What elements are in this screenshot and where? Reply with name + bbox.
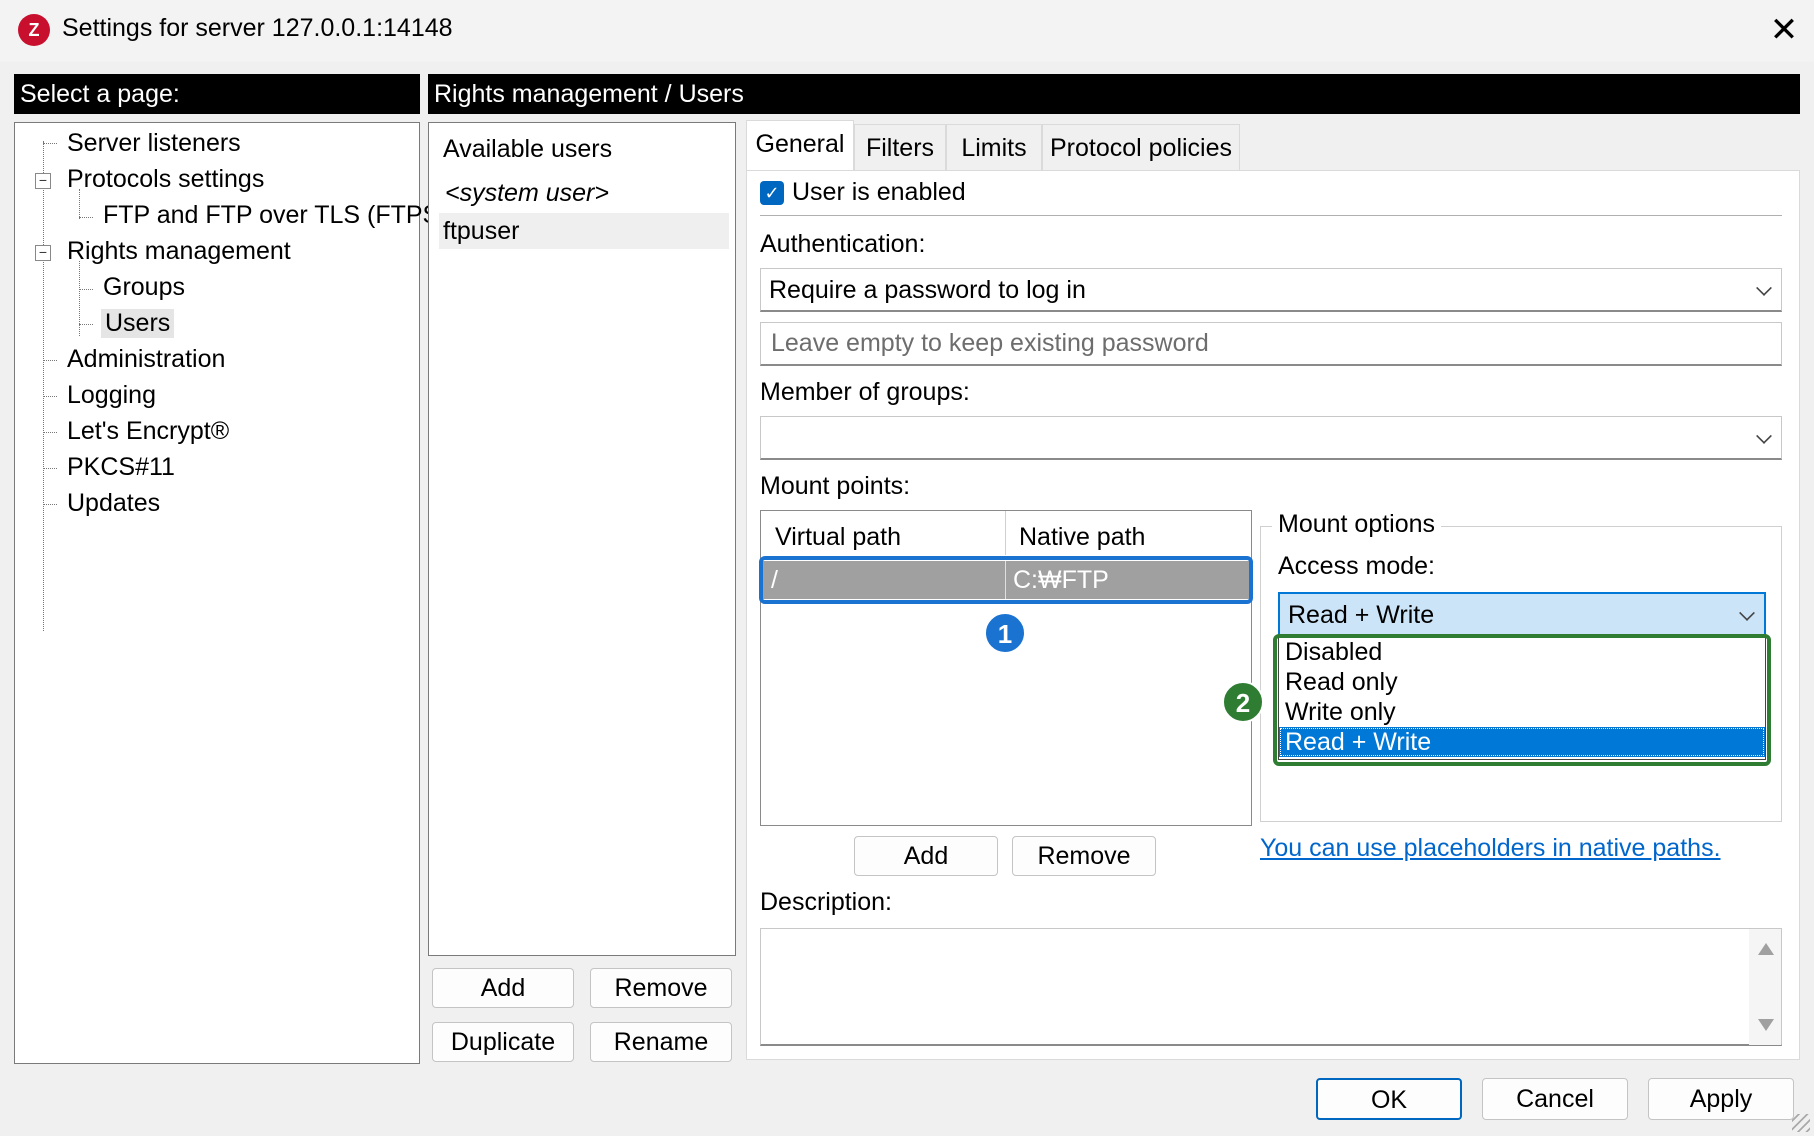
add-mount-button[interactable]: Add (854, 836, 998, 876)
column-virtual-path[interactable]: Virtual path (775, 523, 901, 552)
tree-item-administration[interactable]: Administration (67, 345, 225, 374)
list-item-ftpuser[interactable]: ftpuser (439, 213, 729, 249)
title-bar: Z Settings for server 127.0.0.1:14148 ✕ (0, 0, 1814, 62)
section-header: Rights management / Users (428, 74, 1800, 114)
highlight-box-2 (1273, 634, 1771, 766)
access-mode-value: Read + Write (1288, 601, 1435, 629)
password-input[interactable]: Leave empty to keep existing password (760, 322, 1782, 366)
ok-button[interactable]: OK (1316, 1078, 1462, 1120)
member-of-groups-label: Member of groups: (760, 378, 970, 406)
collapse-icon[interactable]: − (35, 245, 51, 261)
tree-item-rights-management[interactable]: Rights management (67, 237, 291, 266)
chevron-down-icon (1756, 428, 1772, 444)
remove-mount-button[interactable]: Remove (1012, 836, 1156, 876)
remove-user-button[interactable]: Remove (590, 968, 732, 1008)
access-mode-label: Access mode: (1278, 552, 1436, 580)
tree-item-groups[interactable]: Groups (103, 273, 185, 302)
scrollbar[interactable] (1749, 929, 1781, 1045)
window-title: Settings for server 127.0.0.1:14148 (62, 14, 453, 42)
user-enabled-checkbox[interactable]: ✓ (760, 181, 784, 205)
tree-item-updates[interactable]: Updates (67, 489, 160, 518)
tree-item-logging[interactable]: Logging (67, 381, 156, 410)
duplicate-user-button[interactable]: Duplicate (432, 1022, 574, 1062)
cancel-button[interactable]: Cancel (1482, 1078, 1628, 1120)
highlight-box-1 (759, 556, 1253, 604)
add-user-button[interactable]: Add (432, 968, 574, 1008)
tree-item-protocols-settings[interactable]: Protocols settings (67, 165, 264, 194)
tree-item-ftp-ftps[interactable]: FTP and FTP over TLS (FTPS) (103, 201, 448, 230)
mount-options-label: Mount options (1272, 510, 1442, 539)
users-list-header: Available users (443, 135, 613, 163)
access-mode-select[interactable]: Read + Write (1278, 592, 1766, 636)
page-tree: − − Server listeners Protocols settings … (14, 122, 448, 1064)
scroll-up-icon[interactable] (1758, 943, 1774, 955)
column-native-path[interactable]: Native path (1019, 523, 1145, 552)
tree-item-pkcs11[interactable]: PKCS#11 (67, 453, 175, 482)
placeholders-link[interactable]: You can use placeholders in native paths… (1260, 834, 1721, 863)
resize-grip-icon[interactable] (1792, 1114, 1810, 1132)
user-enabled-label: User is enabled (792, 178, 966, 206)
tree-item-server-listeners[interactable]: Server listeners (67, 129, 241, 158)
filezilla-server-icon: Z (18, 14, 50, 46)
tab-limits[interactable]: Limits (946, 124, 1042, 170)
annotation-badge-2: 2 (1222, 681, 1264, 723)
rename-user-button[interactable]: Rename (590, 1022, 732, 1062)
authentication-value: Require a password to log in (769, 276, 1086, 304)
tree-item-users[interactable]: Users (101, 309, 175, 338)
groups-select[interactable] (760, 416, 1782, 460)
collapse-icon[interactable]: − (35, 173, 51, 189)
chevron-down-icon (1739, 605, 1755, 621)
list-item-system-user[interactable]: <system user> (445, 179, 609, 208)
description-textarea[interactable] (760, 928, 1782, 1046)
close-icon[interactable]: ✕ (1764, 8, 1804, 52)
tab-filters[interactable]: Filters (854, 124, 946, 170)
authentication-label: Authentication: (760, 230, 926, 258)
mount-points-label: Mount points: (760, 472, 911, 500)
tab-protocol-policies[interactable]: Protocol policies (1042, 124, 1240, 170)
annotation-badge-1: 1 (984, 612, 1026, 654)
scroll-down-icon[interactable] (1758, 1019, 1774, 1031)
users-list: Available users <system user> ftpuser (428, 122, 736, 956)
apply-button[interactable]: Apply (1648, 1078, 1794, 1120)
tab-general[interactable]: General (746, 120, 854, 170)
description-label: Description: (760, 888, 892, 916)
divider (760, 215, 1782, 216)
chevron-down-icon (1756, 280, 1772, 296)
select-page-header: Select a page: (14, 74, 420, 114)
tree-item-lets-encrypt[interactable]: Let's Encrypt® (67, 417, 229, 446)
authentication-select[interactable]: Require a password to log in (760, 268, 1782, 312)
